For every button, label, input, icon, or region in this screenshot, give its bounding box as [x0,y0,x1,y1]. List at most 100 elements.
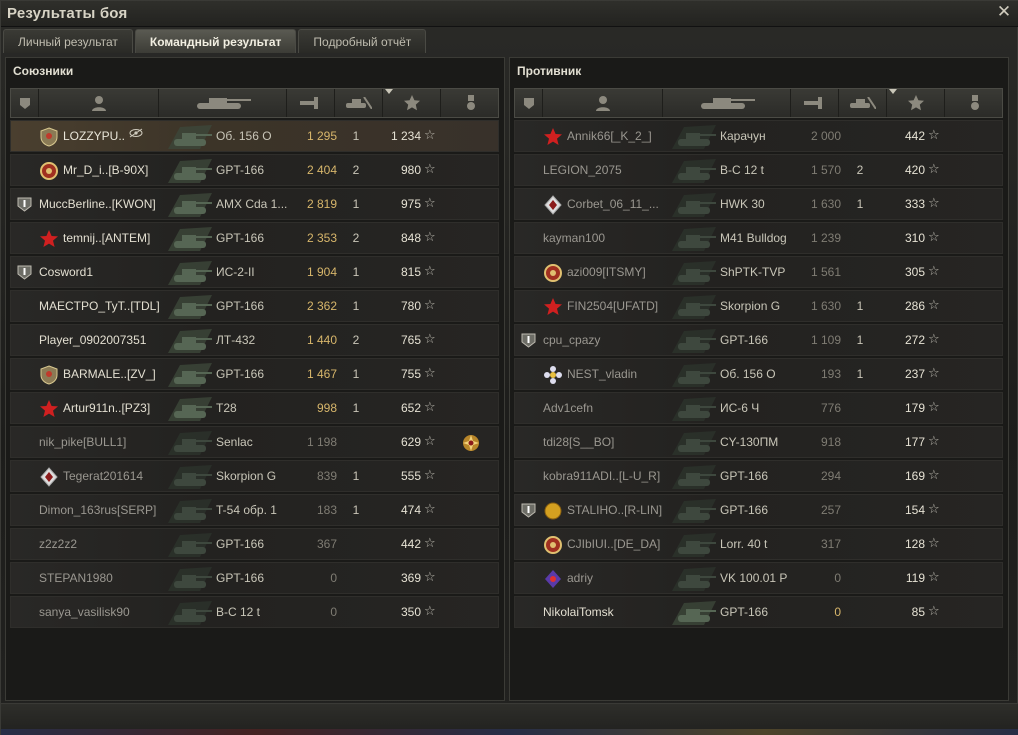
ally-player-row[interactable]: BARMALE..[ZV_] GPT-166 1 467 1 755 ☆ [10,358,499,390]
player-name[interactable]: CJIbIUI..[DE_DA] [567,537,660,551]
column-medal[interactable] [441,89,500,117]
column-player[interactable] [543,89,663,117]
player-name[interactable]: Corbet_06_11_... [567,197,659,211]
enemy-player-row[interactable]: azi009[ITSMY] ShPTK-TVP 1 561 305 ☆ [514,256,1003,288]
player-name[interactable]: temnij..[ANTEM] [63,231,150,245]
column-tank[interactable] [159,89,287,117]
enemy-player-row[interactable]: FIN2504[UFATD] Skorpion G 1 630 1 286 ☆ [514,290,1003,322]
tank-thumbnail-icon [166,361,214,389]
platoon-shield-icon [521,333,536,348]
player-name[interactable]: sanya_vasilisk90 [39,605,130,619]
experience-star-icon: ☆ [424,365,436,380]
column-player[interactable] [39,89,159,117]
tank-name: GPT-166 [720,605,769,619]
player-name[interactable]: NEST_vladin [567,367,637,381]
tank-thumbnail-icon [166,259,214,287]
enemy-player-row[interactable]: kayman100 M41 Bulldog 1 239 310 ☆ [514,222,1003,254]
player-name[interactable]: Adv1cefn [543,401,593,415]
enemy-player-row[interactable]: cpu_cpazy GPT-166 1 109 1 272 ☆ [514,324,1003,356]
enemy-player-row[interactable]: Annik66[_K_2_] Карачун 2 000 442 ☆ [514,120,1003,152]
damage-value: 317 [820,537,841,551]
achievement-medal-icon[interactable] [461,433,481,453]
player-name[interactable]: Cosword1 [39,265,93,279]
tab-detailed-report[interactable]: Подробный отчёт [298,29,427,53]
enemy-player-row[interactable]: STALIHO..[R-LIN] GPT-166 257 154 ☆ [514,494,1003,526]
player-name[interactable]: FIN2504[UFATD] [567,299,658,313]
damage-value: 1 561 [810,265,841,279]
player-name[interactable]: Artur911n..[PZ3] [63,401,150,415]
player-name[interactable]: z2z2z2 [39,537,77,551]
player-name[interactable]: kobra911ADI..[L-U_R] [543,469,660,483]
enemy-player-row[interactable]: tdi28[S__BO] CY-130ПМ 918 177 ☆ [514,426,1003,458]
damage-value: 2 353 [306,231,337,245]
player-icon [595,96,610,111]
player-name[interactable]: Tegerat201614 [63,469,143,483]
damage-value: 367 [316,537,337,551]
ally-player-row[interactable]: nik_pike[BULL1] Senlac 1 198 629 ☆ [10,426,499,458]
enemy-player-row[interactable]: CJIbIUI..[DE_DA] Lorr. 40 t 317 128 ☆ [514,528,1003,560]
platoon-shield-icon [521,503,536,518]
tank-thumbnail-icon [670,259,718,287]
ally-player-row[interactable]: STEPAN1980 GPT-166 0 369 ☆ [10,562,499,594]
close-icon[interactable]: ✕ [995,3,1013,21]
red-star-emblem-icon [543,127,563,147]
kills-value: 1 [856,197,864,211]
enemy-player-row[interactable]: Corbet_06_11_... HWK 30 1 630 1 333 ☆ [514,188,1003,220]
experience-value: 305 [904,265,925,279]
experience-value: 652 [400,401,421,415]
column-squad[interactable] [515,89,543,117]
ally-player-row[interactable]: Cosword1 ИС-2-II 1 904 1 815 ☆ [10,256,499,288]
player-name[interactable]: BARMALE..[ZV_] [63,367,156,381]
column-damage[interactable] [287,89,335,117]
player-name[interactable]: STALIHO..[R-LIN] [567,503,662,517]
player-name[interactable]: MuccBerline..[KWON] [39,197,156,211]
tab-personal-result[interactable]: Личный результат [3,29,133,53]
ally-player-row[interactable]: z2z2z2 GPT-166 367 442 ☆ [10,528,499,560]
enemy-player-row[interactable]: LEGION_2075 B-C 12 t 1 570 2 420 ☆ [514,154,1003,186]
player-name[interactable]: adriy [567,571,593,585]
player-name[interactable]: Dimon_163rus[SERP] [39,503,156,517]
ally-player-row[interactable]: Dimon_163rus[SERP] T-54 обр. 1 183 1 474 ☆ [10,494,499,526]
tab-team-result[interactable]: Командный результат [134,29,297,53]
enemy-player-row[interactable]: NikolaiTomsk GPT-166 0 85 ☆ [514,596,1003,628]
player-name[interactable]: NikolaiTomsk [543,605,614,619]
player-name[interactable]: Mr_D_i..[B-90X] [63,163,148,177]
ally-player-row[interactable]: LOZZYPU.. Об. 156 О 1 295 1 1 234 ☆ [10,120,499,152]
enemy-player-row[interactable]: Adv1cefn ИС-6 Ч 776 179 ☆ [514,392,1003,424]
player-name[interactable]: azi009[ITSMY] [567,265,646,279]
sort-indicator-icon [889,89,897,94]
ally-player-row[interactable]: temnij..[ANTEM] GPT-166 2 353 2 848 ☆ [10,222,499,254]
column-damage[interactable] [791,89,839,117]
player-name[interactable]: cpu_cpazy [543,333,600,347]
column-kills[interactable] [839,89,887,117]
column-kills[interactable] [335,89,383,117]
column-tank[interactable] [663,89,791,117]
column-squad[interactable] [11,89,39,117]
player-name[interactable]: tdi28[S__BO] [543,435,614,449]
player-name[interactable]: LEGION_2075 [543,163,622,177]
player-name[interactable]: MAECTPO_TyT..[TDL] [39,299,160,313]
ally-player-row[interactable]: Artur911n..[PZ3] T28 998 1 652 ☆ [10,392,499,424]
experience-value: 333 [904,197,925,211]
enemy-player-row[interactable]: kobra911ADI..[L-U_R] GPT-166 294 169 ☆ [514,460,1003,492]
ally-player-row[interactable]: sanya_vasilisk90 B-C 12 t 0 350 ☆ [10,596,499,628]
kills-icon [849,97,876,109]
ally-player-row[interactable]: Mr_D_i..[B-90X] GPT-166 2 404 2 980 ☆ [10,154,499,186]
red-star-emblem-icon [543,297,563,317]
player-name[interactable]: nik_pike[BULL1] [39,435,126,449]
experience-star-icon: ☆ [424,297,436,312]
column-medal[interactable] [945,89,1004,117]
damage-value: 257 [820,503,841,517]
player-name[interactable]: Annik66[_K_2_] [567,129,652,143]
ally-player-row[interactable]: Tegerat201614 Skorpion G 839 1 555 ☆ [10,460,499,492]
enemy-player-row[interactable]: NEST_vladin Об. 156 О 193 1 237 ☆ [514,358,1003,390]
tank-thumbnail-icon [166,395,214,423]
player-name[interactable]: LOZZYPU.. [63,129,125,143]
ally-player-row[interactable]: MuccBerline..[KWON] AMX Cda 1... 2 819 1 975… [10,188,499,220]
player-name[interactable]: STEPAN1980 [39,571,113,585]
player-name[interactable]: Player_0902007351 [39,333,146,347]
ally-player-row[interactable]: MAECTPO_TyT..[TDL] GPT-166 2 362 1 780 ☆ [10,290,499,322]
player-name[interactable]: kayman100 [543,231,605,245]
ally-player-row[interactable]: Player_0902007351 ЛТ-432 1 440 2 765 ☆ [10,324,499,356]
enemy-player-row[interactable]: adriy VK 100.01 P 0 119 ☆ [514,562,1003,594]
